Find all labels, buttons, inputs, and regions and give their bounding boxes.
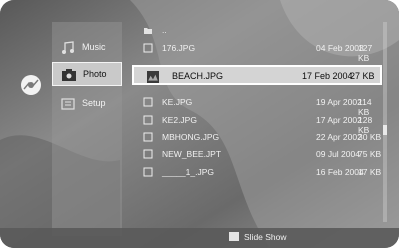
file-date: 17 Feb 2004 <box>302 71 353 81</box>
file-size: 127 KB <box>358 43 373 63</box>
file-row-selected[interactable]: BEACH.JPG 17 Feb 2004 27 KB <box>132 65 382 85</box>
file-size: 30 KB <box>358 132 382 142</box>
jpg-file-icon <box>143 115 153 125</box>
photo-thumbnail-icon <box>147 71 159 83</box>
file-date: 16 Feb 2004 <box>316 167 364 177</box>
file-date: 04 Feb 2003 <box>316 43 364 53</box>
file-row[interactable]: NEW_BEE.JPT 09 Jul 2004 75 KB <box>132 146 382 163</box>
folder-up-icon <box>144 28 152 34</box>
slide-show-key-icon <box>229 232 239 241</box>
file-size: 27 KB <box>350 71 375 81</box>
menu-item-photo[interactable]: Photo <box>52 62 122 86</box>
menu-item-label: Photo <box>83 69 107 79</box>
file-row-parent[interactable]: .. <box>132 22 382 39</box>
file-name: NEW_BEE.JPT <box>162 149 222 159</box>
jpg-file-icon <box>143 167 153 177</box>
menu-item-label: Setup <box>82 98 106 108</box>
jpg-file-icon <box>143 132 153 142</box>
file-name: .. <box>162 25 167 35</box>
bottom-help-bar <box>0 228 399 248</box>
setup-icon <box>61 98 75 110</box>
scrollbar-track[interactable] <box>383 22 387 222</box>
menu-item-setup[interactable]: Setup <box>52 92 122 116</box>
file-date: 09 Jul 2004 <box>316 149 360 159</box>
file-size: 75 KB <box>358 149 382 159</box>
file-name: BEACH.JPG <box>172 71 224 81</box>
file-name: MBHONG.JPG <box>162 132 220 142</box>
file-date: 22 Apr 2002 <box>316 132 362 142</box>
menu-item-label: Music <box>82 42 106 52</box>
menu-item-music[interactable]: Music <box>52 36 122 60</box>
file-row[interactable]: KE.JPG 19 Apr 2002 114 KB <box>132 94 382 117</box>
jpg-file-icon <box>143 149 153 159</box>
file-row[interactable]: MBHONG.JPG 22 Apr 2002 30 KB <box>132 129 382 146</box>
scrollbar-thumb[interactable] <box>383 125 387 135</box>
file-row[interactable]: _____1_.JPG 16 Feb 2004 17 KB <box>132 164 382 181</box>
file-name: KE2.JPG <box>162 115 197 125</box>
file-row[interactable]: KE2.JPG 17 Apr 2002 128 KB <box>132 112 382 135</box>
jpg-file-icon <box>143 43 153 53</box>
file-size: 17 KB <box>358 167 382 177</box>
file-name: KE.JPG <box>162 97 193 107</box>
file-name: _____1_.JPG <box>162 167 214 177</box>
file-row[interactable]: 176.JPG 04 Feb 2003 127 KB <box>132 40 382 63</box>
photo-icon <box>62 69 76 81</box>
disc-icon <box>21 75 41 95</box>
slide-show-label: Slide Show <box>244 232 287 242</box>
jpg-file-icon <box>143 97 153 107</box>
file-date: 19 Apr 2002 <box>316 97 362 107</box>
music-icon <box>62 41 74 54</box>
screen: Music Photo Setup .. 176.JPG 04 Feb 2003… <box>0 0 399 248</box>
file-date: 17 Apr 2002 <box>316 115 362 125</box>
file-name: 176.JPG <box>162 43 196 53</box>
